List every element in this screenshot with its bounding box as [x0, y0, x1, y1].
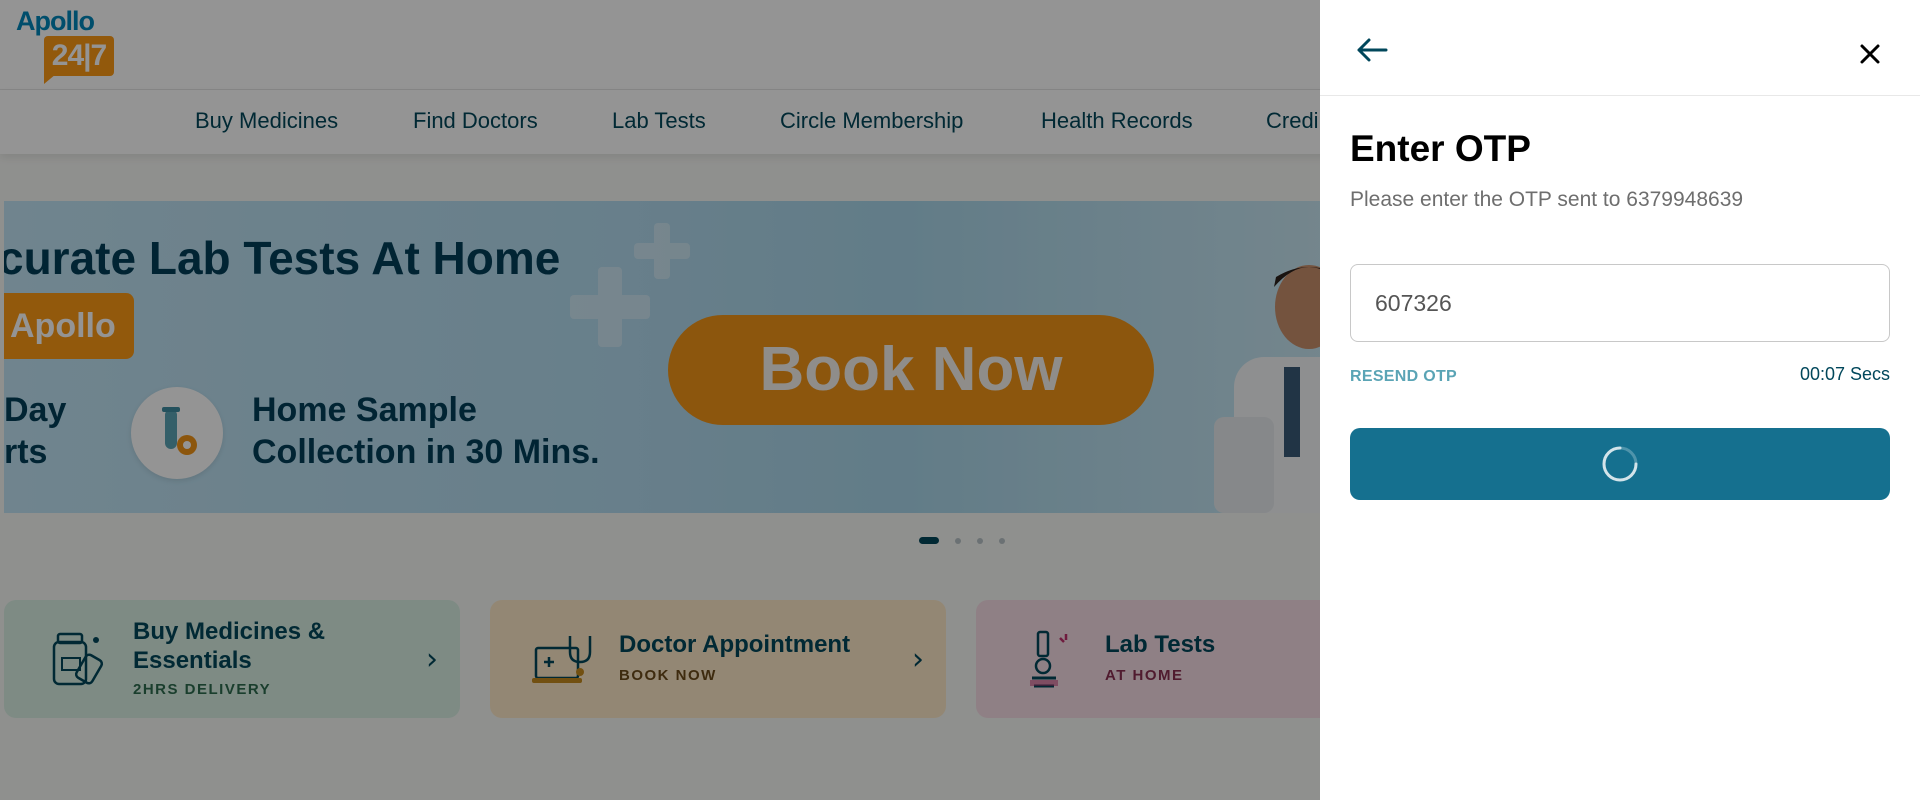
submit-otp-button[interactable] — [1350, 428, 1890, 500]
arrow-left-icon — [1357, 38, 1388, 62]
otp-title: Enter OTP — [1350, 128, 1531, 169]
otp-timer: 00:07 Secs — [1799, 364, 1890, 384]
close-button[interactable] — [1856, 40, 1884, 68]
otp-drawer: Enter OTP Please enter the OTP sent to 6… — [1320, 0, 1920, 800]
otp-subtitle: Please enter the OTP sent to 6379948639 — [1350, 188, 1744, 211]
resend-otp-link[interactable]: RESEND OTP — [1350, 368, 1457, 386]
loading-spinner-icon — [1602, 446, 1638, 482]
close-icon — [1860, 44, 1880, 64]
drawer-header — [1320, 0, 1920, 96]
back-button[interactable] — [1354, 32, 1390, 68]
otp-input[interactable] — [1350, 264, 1890, 342]
